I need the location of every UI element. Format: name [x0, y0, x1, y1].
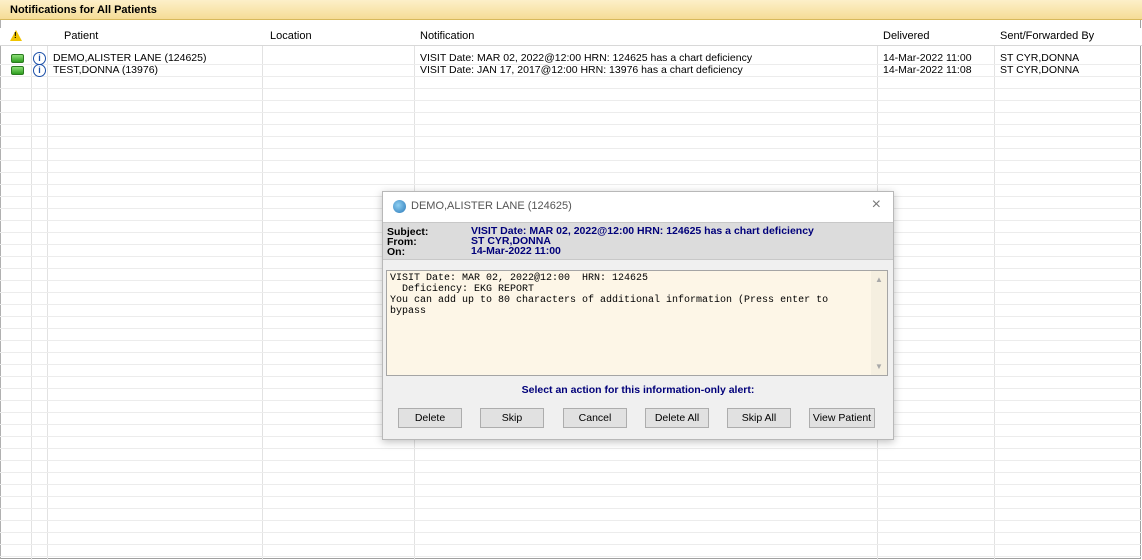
notification-cell: VISIT Date: JAN 17, 2017@12:00 HRN: 1397… — [420, 64, 743, 76]
close-icon[interactable]: × — [872, 196, 881, 214]
grid-line — [0, 460, 1142, 461]
grid-line — [0, 184, 1142, 185]
grid-line — [0, 172, 1142, 173]
grid-line — [0, 556, 1142, 557]
alert-dialog: DEMO,ALISTER LANE (124625) × Subject: VI… — [382, 191, 894, 440]
grid-line — [0, 544, 1142, 545]
green-status-icon — [11, 54, 24, 63]
grid-line — [0, 448, 1142, 449]
patient-cell: DEMO,ALISTER LANE (124625) — [53, 52, 207, 64]
grid-line — [0, 472, 1142, 473]
skip-all-button[interactable]: Skip All — [727, 408, 791, 428]
grid-line — [0, 124, 1142, 125]
window-title-bar: Notifications for All Patients — [0, 0, 1142, 20]
notification-cell: VISIT Date: MAR 02, 2022@12:00 HRN: 1246… — [420, 52, 753, 64]
grid-line — [0, 136, 1142, 137]
grid-line — [0, 496, 1142, 497]
grid-line — [0, 508, 1142, 509]
column-divider — [47, 28, 48, 560]
grid-line — [0, 88, 1142, 89]
info-icon: i — [33, 64, 46, 77]
column-header-delivered[interactable]: Delivered — [883, 30, 929, 42]
column-divider — [994, 28, 995, 560]
skip-button[interactable]: Skip — [480, 408, 544, 428]
table-header: Patient Location Notification Delivered … — [0, 28, 1142, 46]
on-value: 14-Mar-2022 11:00 — [471, 245, 561, 257]
column-header-sent-by[interactable]: Sent/Forwarded By — [1000, 30, 1094, 42]
dialog-header-info: Subject: VISIT Date: MAR 02, 2022@12:00 … — [383, 222, 893, 260]
delivered-cell: 14-Mar-2022 11:08 — [883, 64, 972, 76]
grid-line — [0, 100, 1142, 101]
table-row[interactable]: i TEST,DONNA (13976) VISIT Date: JAN 17,… — [0, 64, 1142, 77]
sent-by-cell: ST CYR,DONNA — [1000, 52, 1080, 64]
grid-line — [0, 148, 1142, 149]
column-divider — [262, 28, 263, 560]
delete-all-button[interactable]: Delete All — [645, 408, 709, 428]
view-patient-button[interactable]: View Patient — [809, 408, 875, 428]
action-prompt: Select an action for this information-on… — [521, 384, 755, 396]
message-text-area[interactable]: VISIT Date: MAR 02, 2022@12:00 HRN: 1246… — [386, 270, 888, 376]
column-divider — [31, 28, 32, 560]
dialog-title: DEMO,ALISTER LANE (124625) — [411, 200, 572, 212]
scroll-down-icon[interactable]: ▼ — [875, 362, 883, 371]
window-title: Notifications for All Patients — [10, 4, 157, 16]
message-scrollbar[interactable]: ▲ ▼ — [871, 271, 887, 375]
scroll-up-icon[interactable]: ▲ — [875, 275, 883, 284]
green-status-icon — [11, 66, 24, 75]
globe-icon — [393, 200, 406, 213]
dialog-title-bar: DEMO,ALISTER LANE (124625) × — [383, 192, 893, 222]
column-header-patient[interactable]: Patient — [64, 30, 98, 42]
sent-by-cell: ST CYR,DONNA — [1000, 64, 1080, 76]
delete-button[interactable]: Delete — [398, 408, 462, 428]
column-header-location[interactable]: Location — [270, 30, 312, 42]
grid-line — [0, 532, 1142, 533]
cancel-button[interactable]: Cancel — [563, 408, 627, 428]
grid-line — [0, 160, 1142, 161]
column-header-notification[interactable]: Notification — [420, 30, 474, 42]
grid-line — [0, 520, 1142, 521]
grid-line — [0, 484, 1142, 485]
on-label: On: — [387, 246, 406, 258]
delivered-cell: 14-Mar-2022 11:00 — [883, 52, 972, 64]
patient-cell: TEST,DONNA (13976) — [53, 64, 159, 76]
warning-icon — [10, 30, 22, 41]
grid-line — [0, 112, 1142, 113]
message-text: VISIT Date: MAR 02, 2022@12:00 HRN: 1246… — [390, 273, 829, 317]
